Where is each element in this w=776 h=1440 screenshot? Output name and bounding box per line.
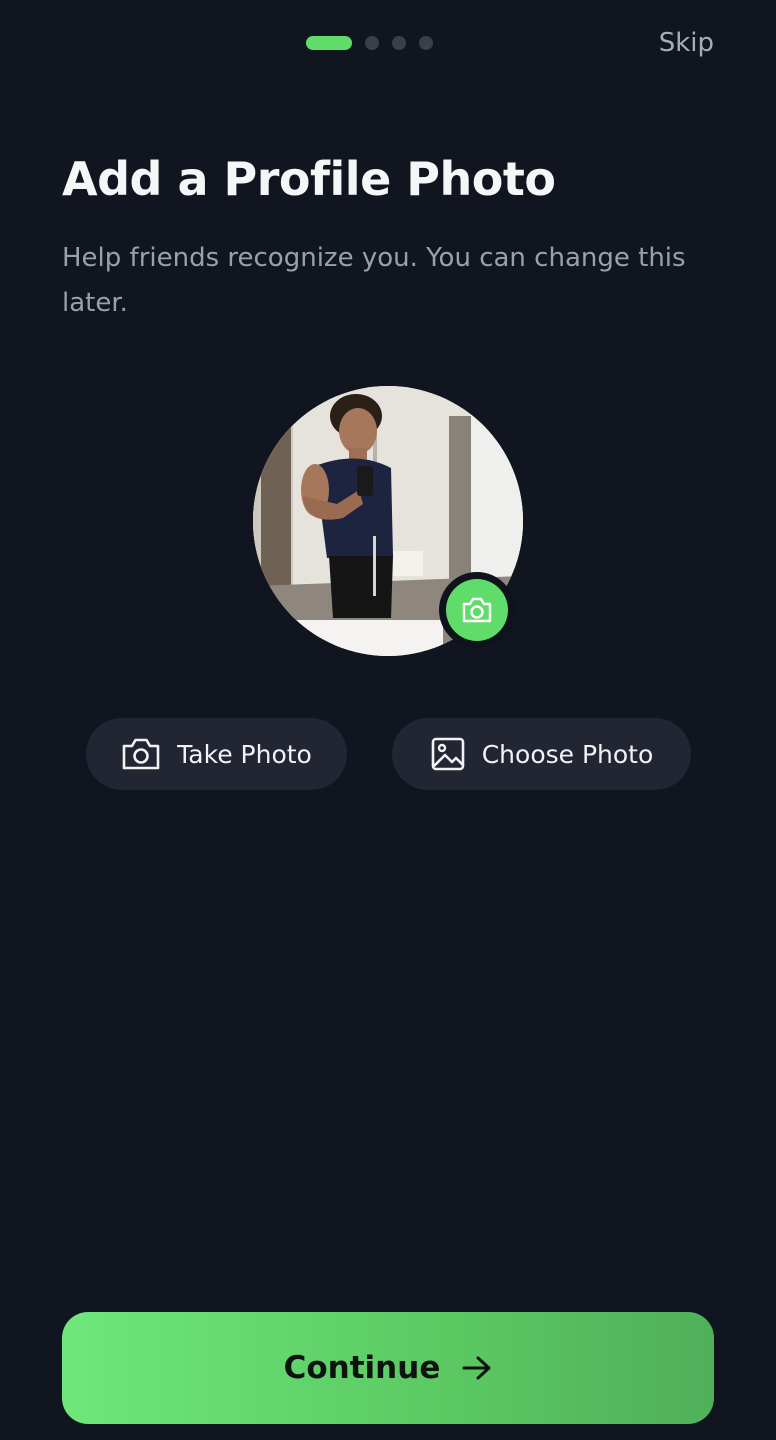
camera-icon xyxy=(462,597,492,623)
image-icon xyxy=(431,737,465,771)
arrow-right-icon xyxy=(462,1356,491,1380)
progress-dot xyxy=(419,36,433,50)
take-photo-label: Take Photo xyxy=(177,739,312,769)
page-subtitle: Help friends recognize you. You can chan… xyxy=(62,243,686,318)
skip-button[interactable]: Skip xyxy=(659,28,714,58)
edit-photo-button[interactable] xyxy=(439,572,515,648)
choose-photo-button[interactable]: Choose Photo xyxy=(392,718,691,790)
progress-dot xyxy=(365,36,379,50)
choose-photo-label: Choose Photo xyxy=(481,739,654,769)
continue-button[interactable]: Continue xyxy=(62,1312,714,1424)
take-photo-button[interactable]: Take Photo xyxy=(86,718,347,790)
progress-dot xyxy=(392,36,406,50)
onboarding-progress xyxy=(306,36,433,50)
progress-dot-active xyxy=(306,36,352,50)
continue-label: Continue xyxy=(283,1350,441,1386)
page-title: Add a Profile Photo xyxy=(62,152,556,206)
profile-photo-preview[interactable] xyxy=(253,386,523,656)
camera-icon xyxy=(122,738,160,770)
